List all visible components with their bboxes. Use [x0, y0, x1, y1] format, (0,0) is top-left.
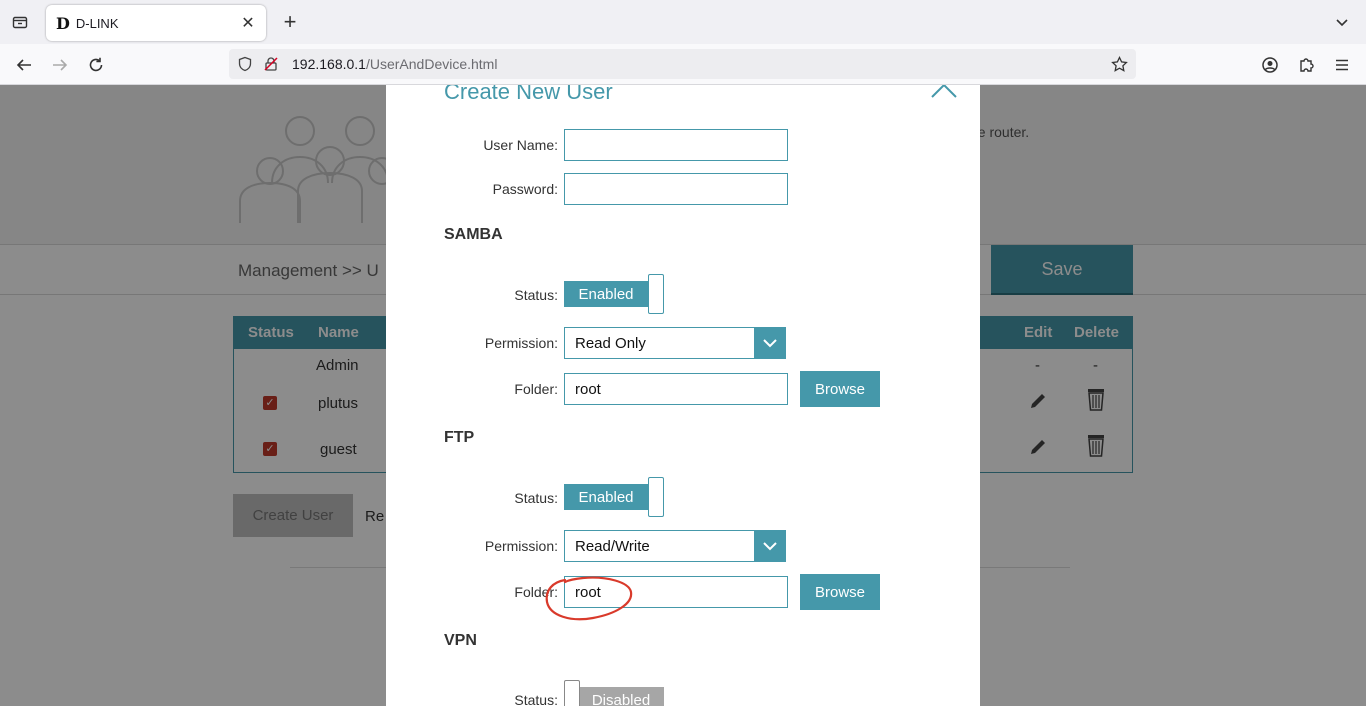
router-page: ne router. Management >> U Save Status N…: [0, 85, 1366, 706]
close-icon[interactable]: [926, 85, 962, 101]
ftp-status-value: Enabled: [564, 484, 648, 510]
ftp-permission-label: Permission:: [484, 538, 558, 554]
samba-status-value: Enabled: [564, 281, 648, 307]
username-field[interactable]: [564, 129, 788, 161]
reload-icon[interactable]: [83, 52, 109, 78]
bookmark-star-icon[interactable]: [1111, 55, 1128, 78]
password-label: Password:: [492, 181, 558, 197]
samba-status-toggle[interactable]: Enabled: [564, 274, 664, 314]
ftp-folder-label: Folder:: [514, 584, 558, 600]
ftp-heading: FTP: [444, 429, 475, 446]
modal-title: Create New User: [444, 85, 613, 104]
browser-tab[interactable]: D D-LINK ✕: [46, 5, 266, 41]
ftp-browse-button[interactable]: Browse: [800, 574, 880, 610]
url-text[interactable]: 192.168.0.1/UserAndDevice.html: [292, 56, 497, 72]
samba-status-label: Status:: [514, 287, 558, 303]
annotation-circle: [545, 576, 633, 621]
samba-folder-label: Folder:: [514, 381, 558, 397]
toggle-knob[interactable]: [648, 274, 664, 314]
password-field[interactable]: [564, 173, 788, 205]
samba-permission-label: Permission:: [484, 335, 558, 351]
menu-icon[interactable]: [1329, 52, 1355, 78]
samba-permission-select[interactable]: Read Only: [564, 327, 786, 359]
tab-close-icon[interactable]: ✕: [238, 13, 258, 33]
url-bar[interactable]: 192.168.0.1/UserAndDevice.html: [229, 49, 1136, 79]
samba-permission-value: Read Only: [575, 335, 646, 352]
toggle-knob[interactable]: [648, 477, 664, 517]
url-path: /UserAndDevice.html: [365, 56, 498, 72]
toggle-knob[interactable]: [564, 680, 580, 706]
tab-title: D-LINK: [75, 15, 119, 31]
extensions-icon[interactable]: [1293, 52, 1319, 78]
account-icon[interactable]: [1257, 52, 1283, 78]
shield-icon[interactable]: [237, 56, 253, 77]
url-host: 192.168.0.1: [292, 56, 366, 72]
ftp-status-toggle[interactable]: Enabled: [564, 477, 664, 517]
samba-heading: SAMBA: [444, 226, 503, 243]
dlink-favicon-icon: D: [56, 13, 70, 33]
vpn-heading: VPN: [444, 632, 477, 649]
ftp-status-label: Status:: [514, 490, 558, 506]
chevron-down-icon[interactable]: [754, 531, 785, 561]
ftp-permission-select[interactable]: Read/Write: [564, 530, 786, 562]
new-tab-icon[interactable]: +: [278, 9, 302, 34]
vpn-status-label: Status:: [514, 692, 558, 706]
navigation-bar: 192.168.0.1/UserAndDevice.html: [0, 44, 1366, 85]
back-icon[interactable]: [11, 52, 37, 78]
insecure-lock-icon[interactable]: [263, 56, 279, 77]
create-user-modal: Create New User User Name: Password: SAM…: [386, 85, 980, 706]
username-label: User Name:: [483, 137, 558, 153]
forward-icon[interactable]: [47, 52, 73, 78]
chevron-down-icon[interactable]: [1330, 10, 1354, 34]
tab-list-icon[interactable]: [8, 10, 32, 34]
ftp-permission-value: Read/Write: [575, 538, 650, 555]
chevron-down-icon[interactable]: [754, 328, 785, 358]
samba-folder-field[interactable]: [564, 373, 788, 405]
samba-browse-button[interactable]: Browse: [800, 371, 880, 407]
vpn-status-toggle[interactable]: Disabled: [564, 680, 664, 706]
tab-strip: D D-LINK ✕ +: [0, 0, 1366, 44]
